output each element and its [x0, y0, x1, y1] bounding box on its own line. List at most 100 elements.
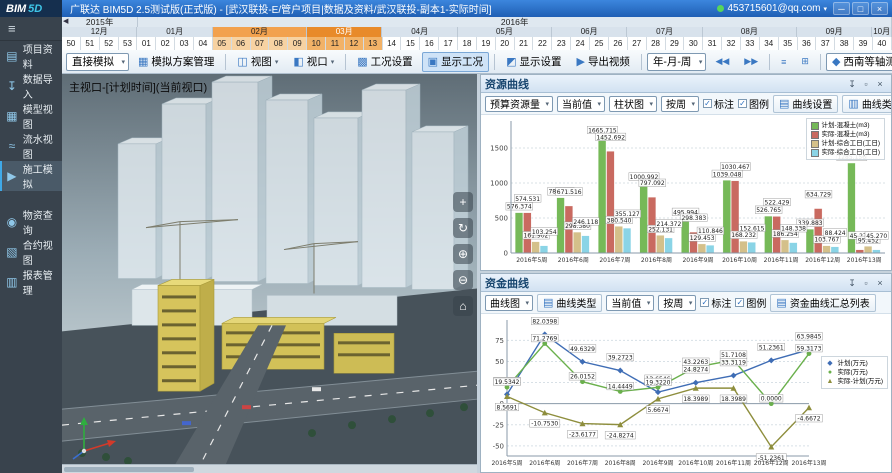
curve-type-button[interactable]: ▥曲线类型 [842, 95, 891, 113]
timeline-week-cell[interactable]: 11 [326, 37, 345, 50]
timeline-week-cell[interactable]: 02 [156, 37, 175, 50]
timeline-month-cell[interactable]: 07月 [627, 27, 702, 37]
timeline-week-cell[interactable]: 26 [609, 37, 628, 50]
timeline-week-cell[interactable]: 05 [213, 37, 232, 50]
camera-view-select[interactable]: ◆西南等轴测▾ [826, 53, 892, 71]
close-button[interactable]: × [871, 2, 888, 15]
timeline-week-cell[interactable]: 01 [137, 37, 156, 50]
timeline-month-cell[interactable]: 06月 [552, 27, 627, 37]
timeline-week-cell[interactable]: 34 [760, 37, 779, 50]
timeline-week-cell[interactable]: 03 [175, 37, 194, 50]
export-video-button[interactable]: ▶导出视频 [570, 52, 635, 72]
work-condition-settings-button[interactable]: ▩工况设置 [351, 52, 418, 72]
curve-settings-button[interactable]: ▤曲线设置 [773, 95, 838, 113]
legend-checkbox[interactable]: ✓图例 [738, 96, 769, 111]
minimize-button[interactable]: ─ [833, 2, 850, 15]
timeline-month-cell[interactable]: 10月 [872, 27, 892, 37]
period-select[interactable]: 按周▾ [661, 96, 699, 112]
timeline-week-cell[interactable]: 15 [401, 37, 420, 50]
chart-style-select[interactable]: 曲线图▾ [485, 295, 533, 311]
timeline-month-cell[interactable]: 03月 [307, 27, 382, 37]
timeline-year-cell[interactable]: 2016年 [138, 17, 892, 27]
timeline-week-cell[interactable]: 06 [232, 37, 251, 50]
rotate-icon[interactable]: ↻ [453, 218, 473, 238]
timeline-week-cell[interactable]: 31 [703, 37, 722, 50]
viewport-3d[interactable]: 主视口-[计划时间](当前视口) +↻⊕⊖⌂ [62, 74, 477, 473]
capital-summary-list-button[interactable]: ▤资金曲线汇总列表 [770, 294, 875, 312]
grid-button[interactable]: ⊞ [795, 52, 815, 72]
show-work-condition-button[interactable]: ▣显示工况 [422, 52, 489, 72]
sidebar-item-material-query[interactable]: ◉物资查询 [0, 207, 62, 237]
timeline-week-cell[interactable]: 51 [81, 37, 100, 50]
timeline-month-cell[interactable]: 09月 [797, 27, 872, 37]
zoom-in-icon[interactable]: ⊕ [453, 244, 473, 264]
curve-type-button[interactable]: ▤曲线类型 [537, 294, 602, 312]
timeline-week-cell[interactable]: 30 [684, 37, 703, 50]
timeline-month-cell[interactable]: 05月 [458, 27, 552, 37]
timeline-week-cell[interactable]: 07 [251, 37, 270, 50]
timeline-week-cell[interactable]: 29 [666, 37, 685, 50]
timeline-back-button[interactable]: ◀ [63, 17, 68, 27]
simulation-plan-manage-button[interactable]: ▦模拟方案管理 [132, 52, 220, 72]
value-mode-select[interactable]: 当前值▾ [557, 96, 605, 112]
sidebar-item-flow-view[interactable]: ≈流水视图 [0, 131, 62, 161]
legend-checkbox[interactable]: ✓图例 [735, 295, 766, 310]
timeline-week-cell[interactable]: 37 [816, 37, 835, 50]
pan-icon[interactable]: + [453, 192, 473, 212]
timeline-week-cell[interactable]: 38 [835, 37, 854, 50]
timeline-week-cell[interactable]: 04 [194, 37, 213, 50]
pin-icon[interactable]: ↧ [845, 276, 859, 289]
timeline-week-cell[interactable]: 10 [307, 37, 326, 50]
timeline-year-cell[interactable]: 2015年 [62, 17, 138, 27]
timeline-week-cell[interactable]: 13 [364, 37, 383, 50]
sidebar-item-contract-view[interactable]: ▧合约视图 [0, 237, 62, 267]
fit-view-icon[interactable]: ⌂ [453, 296, 473, 316]
sidebar-item-model-view[interactable]: ▦模型视图 [0, 101, 62, 131]
close-icon[interactable]: × [873, 276, 887, 289]
annotation-checkbox[interactable]: ✓标注 [703, 96, 734, 111]
timeline-month-cell[interactable]: 08月 [703, 27, 797, 37]
timeline-week-cell[interactable]: 17 [439, 37, 458, 50]
float-icon[interactable]: ▫ [859, 77, 873, 90]
timeline-week-cell[interactable]: 25 [590, 37, 609, 50]
timeline-week-cell[interactable]: 53 [119, 37, 138, 50]
timeline-week-cell[interactable]: 36 [798, 37, 817, 50]
timeline-week-cell[interactable]: 32 [722, 37, 741, 50]
timeline-week-cell[interactable]: 35 [779, 37, 798, 50]
timeline-week-cell[interactable]: 09 [288, 37, 307, 50]
timeline-week-cell[interactable]: 28 [647, 37, 666, 50]
float-icon[interactable]: ▫ [859, 276, 873, 289]
view-button[interactable]: ◫视图▾ [231, 52, 284, 72]
timeline-week-cell[interactable]: 12 [345, 37, 364, 50]
menu-icon[interactable]: ≡ [0, 17, 62, 41]
zoom-out-icon[interactable]: ⊖ [453, 270, 473, 290]
timeline-week-cell[interactable]: 22 [533, 37, 552, 50]
sidebar-item-report-manage[interactable]: ▥报表管理 [0, 267, 62, 297]
timeline-week-cell[interactable]: 40 [873, 37, 892, 50]
pin-icon[interactable]: ↧ [845, 77, 859, 90]
timeline-week-cell[interactable]: 08 [269, 37, 288, 50]
layers-button[interactable]: ≡ [775, 52, 792, 72]
step-back-button[interactable]: ◀◀ [709, 52, 735, 72]
timeline-week-cell[interactable]: 14 [383, 37, 402, 50]
maximize-button[interactable]: □ [852, 2, 869, 15]
viewport-3d-scene[interactable] [62, 74, 477, 473]
resource-type-select[interactable]: 预算资源量▾ [485, 96, 553, 112]
timeline-month-cell[interactable]: 12月 [62, 27, 137, 37]
sidebar-item-construction-simulation[interactable]: ▶施工模拟 [0, 161, 62, 191]
account-menu[interactable]: 453715601@qq.com ▾ [717, 3, 827, 14]
timeline-week-cell[interactable]: 21 [515, 37, 534, 50]
viewport-button[interactable]: ◧视口▾ [287, 52, 340, 72]
timeline-week-cell[interactable]: 23 [552, 37, 571, 50]
annotation-checkbox[interactable]: ✓标注 [700, 295, 731, 310]
time-scale-select[interactable]: 年-月-周▾ [647, 53, 707, 71]
timeline-month-cell[interactable]: 04月 [382, 27, 457, 37]
timeline-month-cell[interactable]: 01月 [137, 27, 212, 37]
chart-style-select[interactable]: 柱状图▾ [609, 96, 657, 112]
period-select[interactable]: 按周▾ [658, 295, 696, 311]
timeline-week-cell[interactable]: 20 [496, 37, 515, 50]
sidebar-item-data-import[interactable]: ↧数据导入 [0, 71, 62, 101]
scrollbar-thumb[interactable] [64, 467, 194, 472]
timeline-week-cell[interactable]: 18 [458, 37, 477, 50]
value-mode-select[interactable]: 当前值▾ [606, 295, 654, 311]
